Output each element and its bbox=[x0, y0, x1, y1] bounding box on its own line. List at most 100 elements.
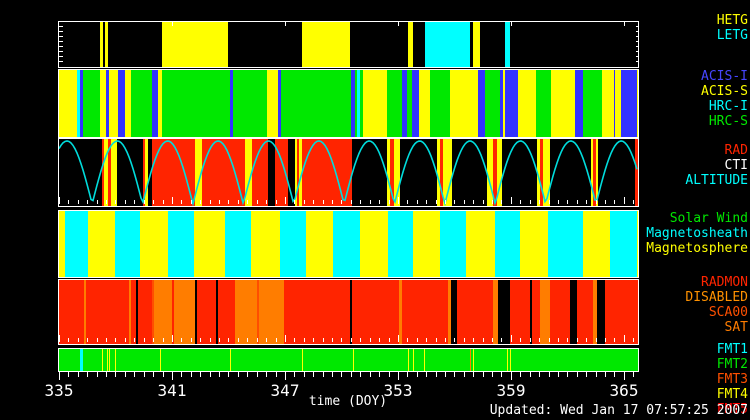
timeline-segment bbox=[532, 280, 540, 344]
timeline-segment bbox=[413, 211, 440, 277]
tick-mark bbox=[257, 200, 258, 204]
tick-mark bbox=[636, 41, 639, 42]
tick-mark bbox=[539, 200, 540, 204]
tick-mark bbox=[633, 372, 634, 377]
timeline-segment bbox=[457, 280, 493, 344]
timeline-segment bbox=[507, 349, 508, 371]
tick-mark bbox=[191, 200, 192, 204]
tick-mark bbox=[636, 56, 639, 57]
tick-mark bbox=[172, 22, 173, 26]
timeline-segment bbox=[154, 280, 172, 344]
tick-mark bbox=[153, 200, 154, 204]
tick-mark bbox=[125, 200, 126, 204]
tick-mark bbox=[78, 338, 79, 342]
tick-mark bbox=[389, 200, 390, 204]
tick-mark bbox=[577, 372, 578, 377]
tick-mark bbox=[370, 200, 371, 204]
tick-mark bbox=[219, 338, 220, 342]
band-label-cti: CTI bbox=[685, 158, 748, 173]
band-label-sca00: SCA00 bbox=[685, 305, 748, 320]
tick-mark bbox=[454, 372, 455, 377]
timeline-segment bbox=[505, 22, 510, 67]
timeline-segment bbox=[360, 211, 388, 277]
timeline-segment bbox=[109, 349, 110, 371]
timeline-segment bbox=[605, 280, 638, 344]
tick-mark bbox=[360, 338, 361, 342]
timeline-segment bbox=[637, 211, 638, 277]
tick-mark bbox=[163, 372, 164, 377]
tick-mark bbox=[483, 200, 484, 204]
tick-mark bbox=[520, 372, 521, 377]
tick-mark bbox=[577, 200, 578, 204]
label-column-regions: Solar WindMagnetosheathMagnetosphere bbox=[646, 211, 748, 256]
tick-mark bbox=[341, 200, 342, 204]
x-axis-tick-label: 347 bbox=[271, 381, 300, 400]
timeline-plot: 335341347353359365 HETGLETG ACIS-IACIS-S… bbox=[0, 0, 750, 420]
tick-mark bbox=[115, 338, 116, 342]
timeline-segment bbox=[473, 349, 474, 371]
timeline-segment bbox=[168, 211, 194, 277]
tick-mark bbox=[370, 338, 371, 342]
timeline-segment bbox=[430, 70, 450, 137]
tick-mark bbox=[633, 338, 634, 342]
timeline-segment bbox=[83, 70, 100, 137]
timeline-segment bbox=[548, 211, 583, 277]
timeline-segment bbox=[86, 280, 129, 344]
tick-mark bbox=[59, 335, 60, 342]
timeline-segment bbox=[597, 280, 605, 344]
tick-mark bbox=[59, 41, 63, 42]
tick-mark bbox=[59, 31, 63, 32]
timeline-segment bbox=[251, 211, 280, 277]
tick-mark bbox=[59, 36, 63, 37]
tick-mark bbox=[511, 372, 512, 380]
tick-mark bbox=[530, 200, 531, 204]
tick-mark bbox=[106, 200, 107, 204]
tick-mark bbox=[464, 338, 465, 342]
band-label-radmon: RADMON bbox=[685, 275, 748, 290]
band-label-letg: LETG bbox=[717, 28, 748, 43]
tick-mark bbox=[172, 372, 173, 380]
timeline-segment bbox=[615, 70, 621, 137]
tick-mark bbox=[407, 372, 408, 377]
tick-mark bbox=[407, 200, 408, 204]
tick-mark bbox=[304, 372, 305, 377]
band-label-acis-i: ACIS-I bbox=[701, 69, 748, 84]
tick-mark bbox=[341, 372, 342, 377]
tick-mark bbox=[636, 46, 639, 47]
tick-mark bbox=[445, 338, 446, 342]
timeline-segment bbox=[402, 280, 448, 344]
tick-mark bbox=[389, 338, 390, 342]
tick-mark bbox=[426, 372, 427, 377]
tick-mark bbox=[624, 335, 625, 342]
band-label-fmt1: FMT1 bbox=[717, 342, 748, 357]
tick-mark bbox=[426, 338, 427, 342]
tick-mark bbox=[144, 372, 145, 377]
timeline-segment bbox=[302, 22, 350, 67]
band-label-solar-wind: Solar Wind bbox=[646, 211, 748, 226]
timeline-segment bbox=[218, 280, 235, 344]
timeline-segment bbox=[610, 211, 637, 277]
tick-mark bbox=[59, 56, 63, 57]
tick-mark bbox=[59, 372, 60, 380]
label-column-gratings: HETGLETG bbox=[717, 13, 748, 43]
tick-mark bbox=[106, 338, 107, 342]
tick-mark bbox=[379, 200, 380, 204]
tick-mark bbox=[614, 372, 615, 377]
timeline-segment bbox=[621, 70, 637, 137]
tick-mark bbox=[144, 338, 145, 342]
tick-mark bbox=[567, 338, 568, 342]
tick-mark bbox=[549, 200, 550, 204]
tick-mark bbox=[59, 26, 63, 27]
tick-mark bbox=[59, 197, 60, 204]
tick-mark bbox=[351, 338, 352, 342]
timeline-segment bbox=[140, 211, 168, 277]
timeline-segment bbox=[281, 70, 351, 137]
tick-mark bbox=[153, 338, 154, 342]
tick-mark bbox=[567, 200, 568, 204]
timeline-segment bbox=[65, 211, 88, 277]
tick-mark bbox=[370, 372, 371, 377]
tick-mark bbox=[134, 338, 135, 342]
timeline-segment bbox=[115, 211, 140, 277]
timeline-segment bbox=[306, 211, 333, 277]
tick-mark bbox=[636, 61, 639, 62]
